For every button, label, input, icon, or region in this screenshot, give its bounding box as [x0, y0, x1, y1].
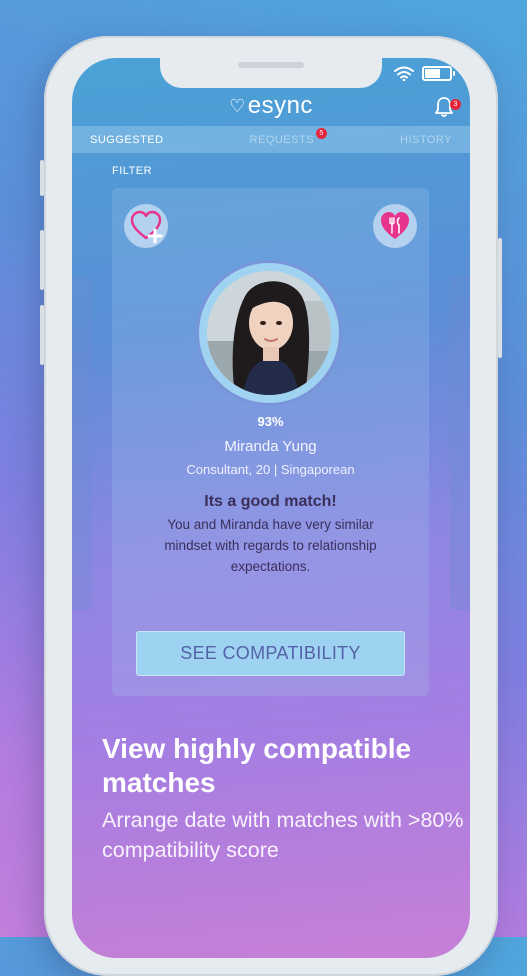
app-screen: ♡esync 3 SUGGESTED REQUESTS 5 HISTORY FI… [72, 58, 470, 958]
match-description: You and Miranda have very similar mindse… [164, 517, 377, 574]
promo-subline: Arrange date with matches with >80% comp… [102, 805, 470, 865]
heart-plus-icon [130, 210, 163, 243]
compatibility-score: 93% [257, 414, 284, 429]
heart-logo-icon: ♡ [229, 96, 246, 116]
next-card-peek[interactable] [450, 276, 470, 610]
tab-requests[interactable]: REQUESTS 5 [249, 127, 328, 146]
match-card: 93% Miranda Yung Consultant, 20 | Singap… [112, 188, 429, 696]
promo-headline: View highly compatible matches [102, 732, 470, 800]
promo-subline-text: Arrange date with matches with >80% comp… [102, 808, 464, 862]
match-verdict: Its a good match! [204, 493, 337, 510]
phone-silent-switch [40, 160, 44, 196]
date-button[interactable] [373, 204, 417, 248]
tab-history[interactable]: HISTORY [400, 134, 452, 146]
filter-button[interactable]: FILTER [112, 165, 152, 177]
profile-photo [207, 271, 331, 395]
notification-badge: 3 [450, 99, 461, 110]
see-compatibility-button[interactable]: SEE COMPATIBILITY [136, 631, 405, 676]
speaker-grille [238, 62, 304, 68]
like-button[interactable] [124, 204, 168, 248]
profile-photo-ring[interactable] [196, 260, 342, 406]
phone-power-button [498, 238, 502, 358]
app-logo: ♡esync [72, 92, 470, 120]
wifi-icon [394, 66, 414, 81]
profile-photo-illustration [207, 271, 331, 395]
status-bar [394, 66, 455, 81]
match-details: Consultant, 20 | Singaporean [186, 462, 355, 477]
heart-cutlery-icon [381, 212, 409, 239]
phone-volume-down [40, 305, 44, 365]
tab-bar: SUGGESTED REQUESTS 5 HISTORY [72, 126, 470, 153]
tab-suggested[interactable]: SUGGESTED [90, 134, 164, 146]
match-name: Miranda Yung [224, 438, 317, 455]
phone-notch [160, 58, 382, 88]
phone-volume-up [40, 230, 44, 290]
promo-headline-text: View highly compatible matches [102, 733, 412, 798]
battery-icon [422, 66, 455, 81]
previous-card-peek[interactable] [72, 276, 92, 610]
app-name: esync [247, 92, 313, 119]
tab-requests-label: REQUESTS [249, 133, 315, 146]
requests-badge: 5 [316, 127, 328, 139]
